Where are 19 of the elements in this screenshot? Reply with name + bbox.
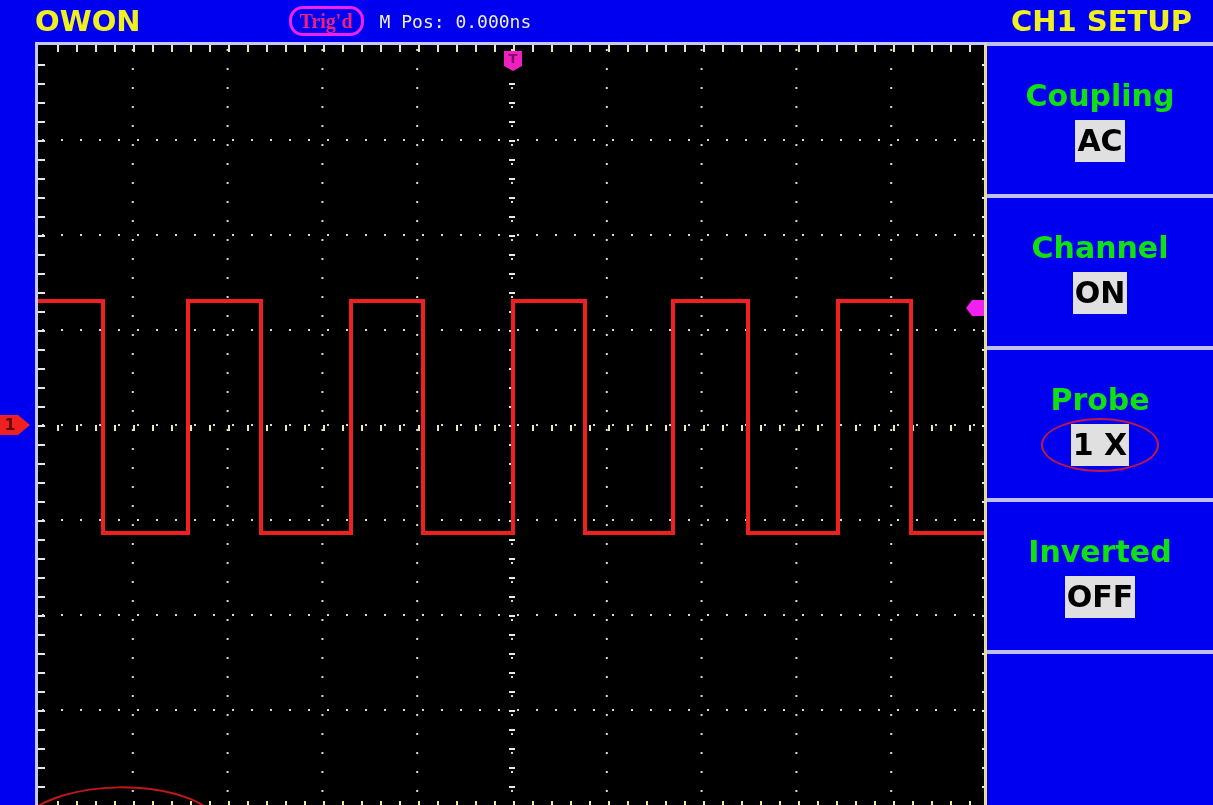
menu-value: AC bbox=[1075, 119, 1125, 162]
menu-item[interactable]: Probe 1 X bbox=[987, 346, 1213, 498]
menu-value: 1 X bbox=[1070, 423, 1130, 466]
menu-value: ON bbox=[1072, 271, 1128, 314]
menu-label: Inverted bbox=[1028, 534, 1172, 568]
menu-item[interactable]: Channel ON bbox=[987, 194, 1213, 346]
menu-item[interactable]: Inverted OFF bbox=[987, 498, 1213, 650]
menu-item[interactable]: Coupling AC bbox=[987, 42, 1213, 194]
brand-logo: OWON bbox=[35, 6, 141, 36]
trigger-position-marker: T bbox=[504, 51, 522, 71]
menu-label: Coupling bbox=[1025, 78, 1175, 112]
position-readout: M Pos: 0.000ns bbox=[379, 10, 532, 32]
menu-label: Channel bbox=[1031, 230, 1169, 264]
menu-title: CH1 SETUP bbox=[1009, 6, 1194, 36]
menu-value: OFF bbox=[1064, 575, 1136, 618]
menu-label: Probe bbox=[1050, 382, 1150, 416]
channel-marker: 1 bbox=[0, 415, 30, 435]
trigger-level-marker bbox=[966, 300, 984, 316]
trigger-status-badge: Trig'd bbox=[288, 6, 364, 36]
